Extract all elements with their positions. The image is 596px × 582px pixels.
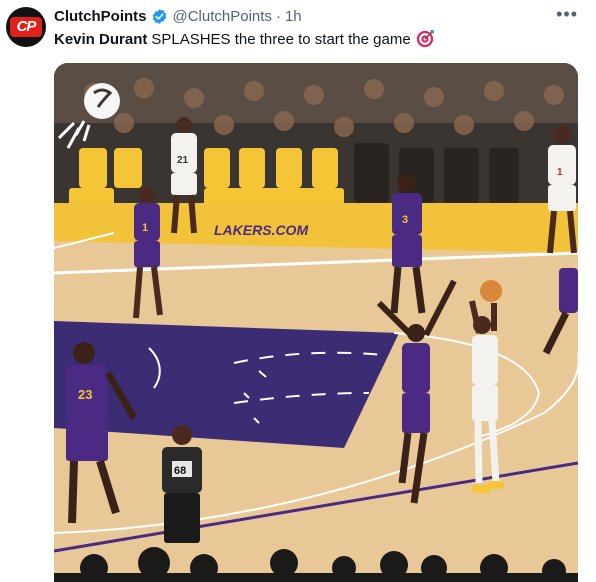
- jersey-number: 1: [142, 222, 148, 234]
- tweet-media-video[interactable]: LAKERS.COM 1 21 3 1 23 68: [54, 63, 578, 582]
- jersey-number: 1: [557, 167, 563, 178]
- tweet-highlight: Kevin Durant: [54, 30, 148, 48]
- jersey-number: 3: [402, 214, 408, 226]
- jersey-number: 23: [78, 387, 92, 402]
- tweet-body: Kevin Durant SPLASHES the three to start…: [54, 30, 434, 48]
- basketball-scene: LAKERS.COM 1 21 3 1 23 68: [54, 63, 578, 582]
- verified-badge-icon: [152, 9, 166, 24]
- target-emoji-icon: [416, 30, 434, 48]
- separator-dot: ·: [275, 8, 281, 25]
- tweet-header: ClutchPoints @ClutchPoints · 1h: [54, 8, 302, 25]
- jersey-number: 21: [177, 155, 189, 166]
- author-name[interactable]: ClutchPoints: [54, 8, 147, 25]
- tweet-timestamp[interactable]: 1h: [285, 8, 302, 25]
- basketball: [480, 280, 502, 302]
- court-sideline-text: LAKERS.COM: [214, 222, 308, 238]
- avatar-logo: CP: [10, 17, 42, 37]
- author-avatar[interactable]: CP: [6, 7, 46, 47]
- jersey-number: 68: [174, 465, 186, 477]
- more-icon[interactable]: •••: [556, 4, 578, 25]
- author-handle[interactable]: @ClutchPoints: [173, 8, 272, 25]
- tweet-text: SPLASHES the three to start the game: [151, 30, 411, 48]
